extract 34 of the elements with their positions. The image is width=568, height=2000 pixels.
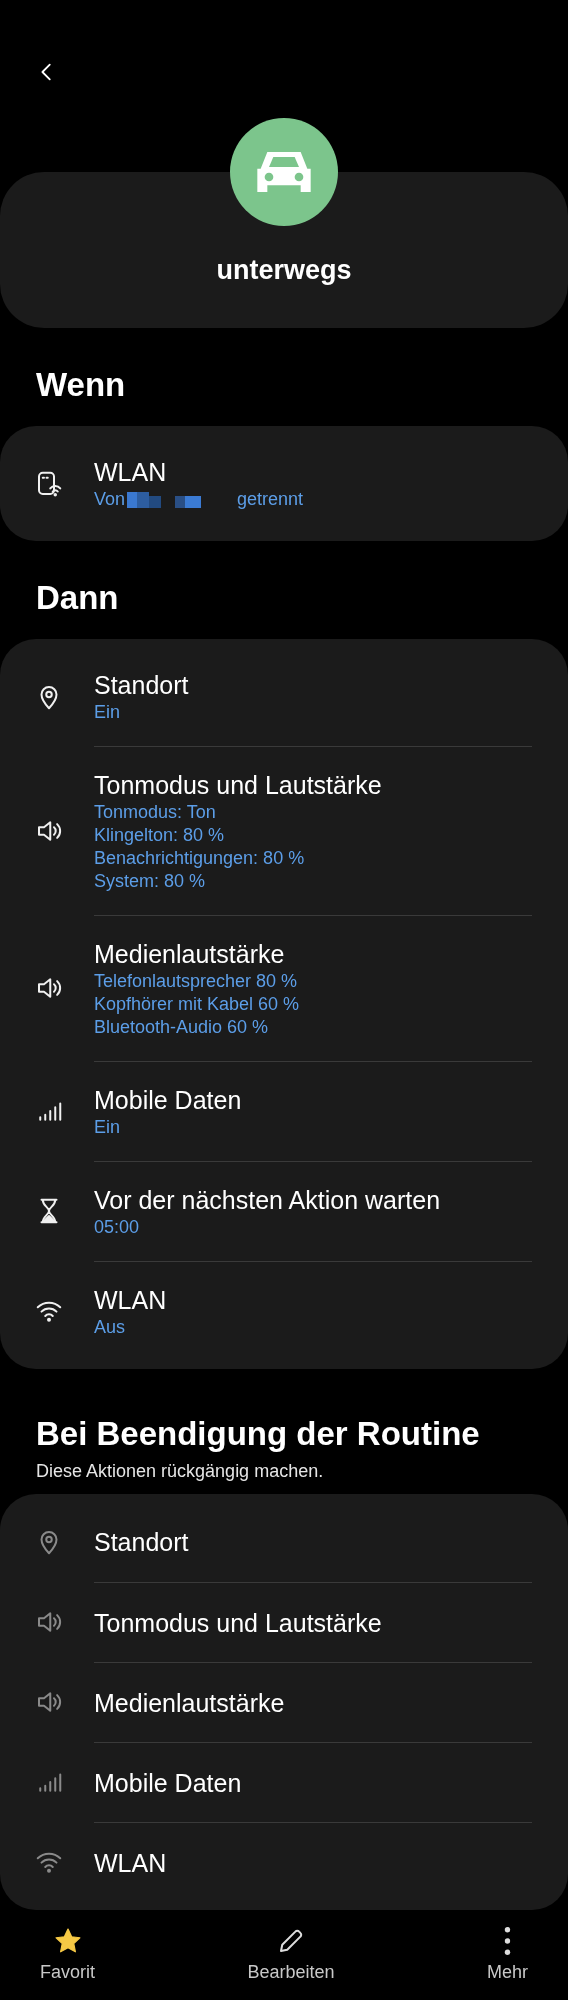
section-heading: Bei Beendigung der Routine	[36, 1415, 481, 1454]
action-detail: Benachrichtigungen: 80 %	[94, 847, 306, 870]
action-detail: Klingelton: 80 %	[94, 824, 226, 847]
undo-action-title: Mobile Daten	[94, 1767, 243, 1799]
undo-action-title: Tonmodus und Lautstärke	[94, 1607, 383, 1639]
action-title[interactable]: Standort	[94, 669, 532, 701]
action-detail: Kopfhörer mit Kabel 60 %	[94, 993, 301, 1016]
undo-action-title: Medienlautstärke	[94, 1687, 286, 1719]
more-icon	[502, 1926, 512, 1956]
routine-name: unterwegs	[216, 254, 352, 286]
section-heading: Dann	[36, 579, 120, 618]
section-heading: Wenn	[36, 366, 127, 405]
action-detail: Tonmodus: Ton	[94, 801, 217, 824]
action-detail: Aus	[94, 1316, 127, 1339]
condition-detail: getrennt	[237, 488, 304, 511]
action-detail: Ein	[94, 1116, 121, 1139]
condition-detail: Von	[94, 488, 126, 511]
section-subtitle: Diese Aktionen rückgängig machen.	[36, 1461, 325, 1482]
undo-action-title: WLAN	[94, 1847, 168, 1879]
action-detail: Telefonlautsprecher 80 %	[94, 970, 299, 993]
action-title[interactable]: Tonmodus und Lautstärke	[94, 769, 532, 801]
action-title[interactable]: WLAN	[94, 1284, 532, 1316]
edit-button[interactable]: Bearbeiten	[233, 1924, 349, 1985]
favorite-button[interactable]: Favorit	[26, 1924, 109, 1985]
action-detail: Bluetooth-Audio 60 %	[94, 1016, 270, 1039]
action-title[interactable]: Vor der nächsten Aktion warten	[94, 1184, 532, 1216]
more-button[interactable]: Mehr	[472, 1924, 542, 1985]
action-detail: System: 80 %	[94, 870, 207, 893]
action-detail: Ein	[94, 701, 121, 724]
action-detail: 05:00	[94, 1216, 141, 1239]
undo-action-title: Standort	[94, 1527, 190, 1558]
action-title[interactable]: Medienlautstärke	[94, 938, 532, 970]
condition-title[interactable]: WLAN	[94, 456, 532, 488]
action-title[interactable]: Mobile Daten	[94, 1084, 532, 1116]
